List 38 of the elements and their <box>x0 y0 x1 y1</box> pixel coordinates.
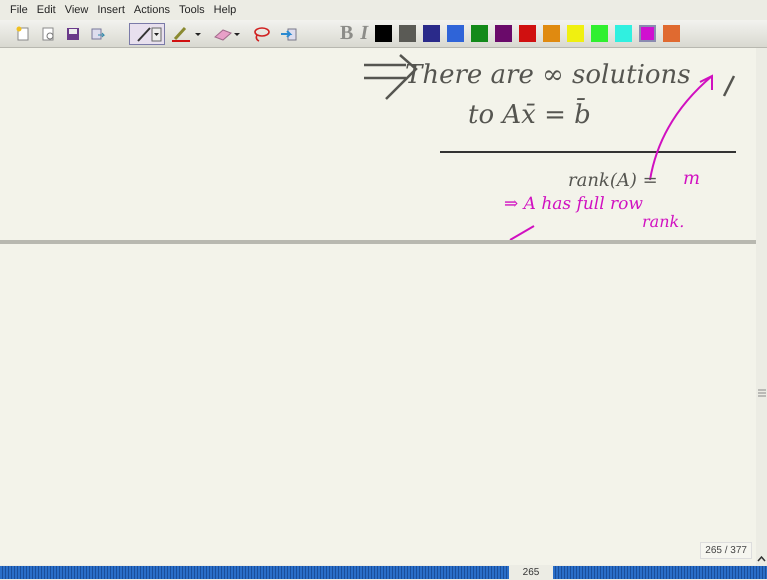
color-swatch[interactable] <box>471 25 488 42</box>
menu-item[interactable]: Edit <box>36 4 56 16</box>
new-note-icon <box>15 26 31 42</box>
handwritten-text: ⇒ A has full row <box>504 194 643 214</box>
scroll-up-icon[interactable] <box>757 555 766 563</box>
color-swatch[interactable] <box>447 25 464 42</box>
page-icon <box>40 26 56 42</box>
highlighter-icon <box>171 24 203 42</box>
color-swatch[interactable] <box>663 25 680 42</box>
color-swatch[interactable] <box>615 25 632 42</box>
color-swatch[interactable] <box>567 25 584 42</box>
page-counter: 265 / 377 <box>700 542 752 559</box>
save-icon <box>65 26 81 42</box>
handwritten-text: rank. <box>642 212 684 231</box>
menu-item[interactable]: Actions <box>134 4 170 16</box>
menu-item[interactable]: File <box>10 4 28 16</box>
color-swatch[interactable] <box>399 25 416 42</box>
menu-item[interactable]: Insert <box>97 4 125 16</box>
scroll-grip-icon[interactable] <box>758 388 766 398</box>
color-swatch[interactable] <box>591 25 608 42</box>
color-swatch[interactable] <box>375 25 392 42</box>
handwritten-text: There are ∞ solutions <box>405 60 691 90</box>
page-number: 265 <box>522 567 540 578</box>
color-swatch[interactable] <box>495 25 512 42</box>
menu-item[interactable]: Help <box>214 4 236 16</box>
color-swatch[interactable] <box>639 25 656 42</box>
pen-button[interactable] <box>129 22 165 44</box>
color-swatch[interactable] <box>519 25 536 42</box>
handwritten-text: m <box>683 168 700 189</box>
insert-space-icon <box>280 26 298 42</box>
menu-item[interactable]: View <box>64 4 88 16</box>
color-swatch[interactable] <box>423 25 440 42</box>
color-swatch[interactable] <box>543 25 560 42</box>
menu-item[interactable]: Tools <box>178 4 205 16</box>
send-icon <box>90 26 106 42</box>
lasso-icon <box>251 24 271 42</box>
handwritten-text: to Ax̄ = b̄ <box>468 100 591 130</box>
handwritten-text: rank(A) = <box>568 170 658 191</box>
